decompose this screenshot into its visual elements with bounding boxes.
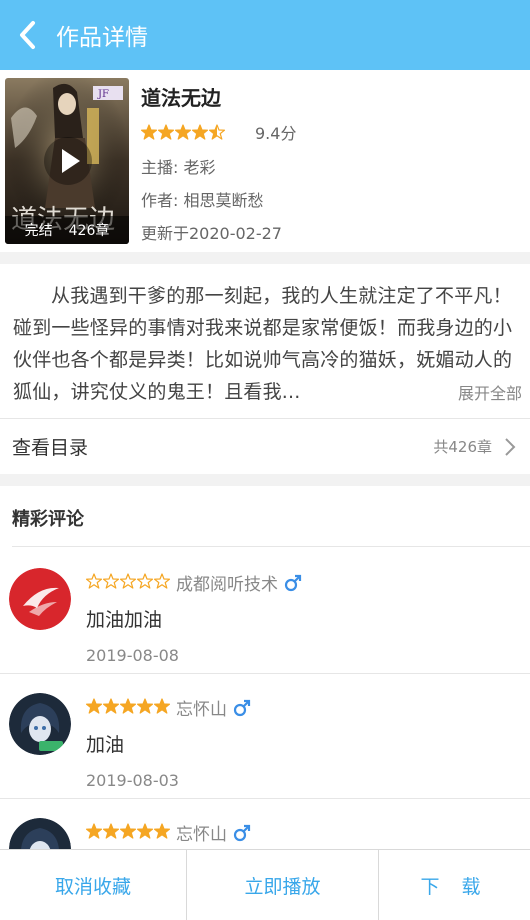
comment-rating: [86, 823, 170, 839]
anime-girl-avatar-icon: [9, 693, 71, 755]
comment-rating: [86, 698, 170, 714]
star-icon: [86, 573, 102, 589]
comments-heading: 精彩评论: [12, 509, 84, 530]
star-icon: [192, 124, 208, 140]
male-icon: [284, 574, 302, 591]
book-score: 9.4分: [255, 124, 297, 143]
catalog-chapter-count: 共426章: [433, 438, 492, 456]
chevron-left-icon: [20, 21, 35, 49]
cover-footer: 完结 426章: [5, 216, 129, 244]
comment-username: 忘怀山: [176, 695, 251, 720]
app-header: 作品详情: [0, 0, 530, 70]
book-info: JF 道法无边 完结 426章 道法无边 9.4分 主播: 老彩 作者: 相思莫…: [0, 70, 530, 252]
male-icon: [233, 824, 251, 841]
expand-button[interactable]: 展开全部: [445, 380, 522, 404]
star-icon: [103, 823, 119, 839]
section-divider: [0, 474, 530, 486]
book-rating: 9.4分: [141, 120, 296, 144]
book-anchor: 主播: 老彩: [141, 158, 216, 177]
star-icon: [120, 573, 136, 589]
book-title: 道法无边: [141, 86, 221, 110]
back-button[interactable]: [0, 0, 56, 70]
bottom-action-bar: 取消收藏 立即播放 下 载: [0, 849, 530, 920]
comment-username: 成都阅听技术: [176, 570, 302, 595]
star-icon: [154, 823, 170, 839]
username-text: 成都阅听技术: [176, 575, 278, 595]
synopsis-text: 从我遇到干爹的那一刻起，我的人生就注定了不平凡！碰到一些怪异的事情对我来说都是家…: [13, 285, 513, 403]
avatar[interactable]: [9, 568, 71, 630]
page-title: 作品详情: [56, 25, 148, 51]
divider: [12, 546, 530, 547]
star-icon: [158, 124, 174, 140]
star-icon: [137, 823, 153, 839]
comment-date: 2019-08-03: [86, 771, 179, 790]
star-icon: [86, 698, 102, 714]
male-icon: [233, 699, 251, 716]
star-icon: [154, 698, 170, 714]
star-icon: [137, 573, 153, 589]
play-now-button[interactable]: 立即播放: [187, 850, 379, 920]
cover-status: 完结: [24, 223, 53, 239]
synopsis: 从我遇到干爹的那一刻起，我的人生就注定了不平凡！碰到一些怪异的事情对我来说都是家…: [0, 264, 530, 418]
comment-date: 2019-08-08: [86, 646, 179, 665]
username-text: 忘怀山: [176, 825, 227, 845]
comment-item: 忘怀山 加油 2019-08-03: [0, 675, 530, 799]
comment-text: 加油加油: [86, 609, 163, 631]
star-icon: [103, 698, 119, 714]
comment-username: 忘怀山: [176, 820, 251, 845]
star-icon: [120, 698, 136, 714]
section-divider: [0, 252, 530, 264]
username-text: 忘怀山: [176, 700, 227, 720]
star-icon: [137, 698, 153, 714]
book-cover[interactable]: JF 道法无边 完结 426章: [5, 78, 129, 244]
star-icon: [86, 823, 102, 839]
star-icon: [154, 573, 170, 589]
chevron-right-icon: [505, 438, 516, 456]
download-button[interactable]: 下 载: [379, 850, 530, 920]
unfavorite-button[interactable]: 取消收藏: [0, 850, 187, 920]
comment-item: 成都阅听技术 加油加油 2019-08-08: [0, 550, 530, 674]
star-icon: [175, 124, 191, 140]
rating-stars: [141, 124, 225, 140]
catalog-label: 查看目录: [12, 437, 89, 459]
play-icon[interactable]: [43, 136, 93, 186]
svg-text:JF: JF: [97, 89, 109, 100]
book-updated-date: 更新于2020-02-27: [141, 224, 282, 243]
star-icon: [209, 124, 225, 140]
star-icon: [141, 124, 157, 140]
cover-chapter-count: 426章: [68, 223, 110, 239]
catalog-row[interactable]: 查看目录 共426章: [0, 418, 530, 474]
star-icon: [103, 573, 119, 589]
comment-rating: [86, 573, 170, 589]
comment-text: 加油: [86, 734, 125, 756]
book-author: 作者: 相思莫断愁: [141, 191, 264, 210]
red-logo-avatar-icon: [9, 568, 71, 630]
star-icon: [120, 823, 136, 839]
avatar[interactable]: [9, 693, 71, 755]
